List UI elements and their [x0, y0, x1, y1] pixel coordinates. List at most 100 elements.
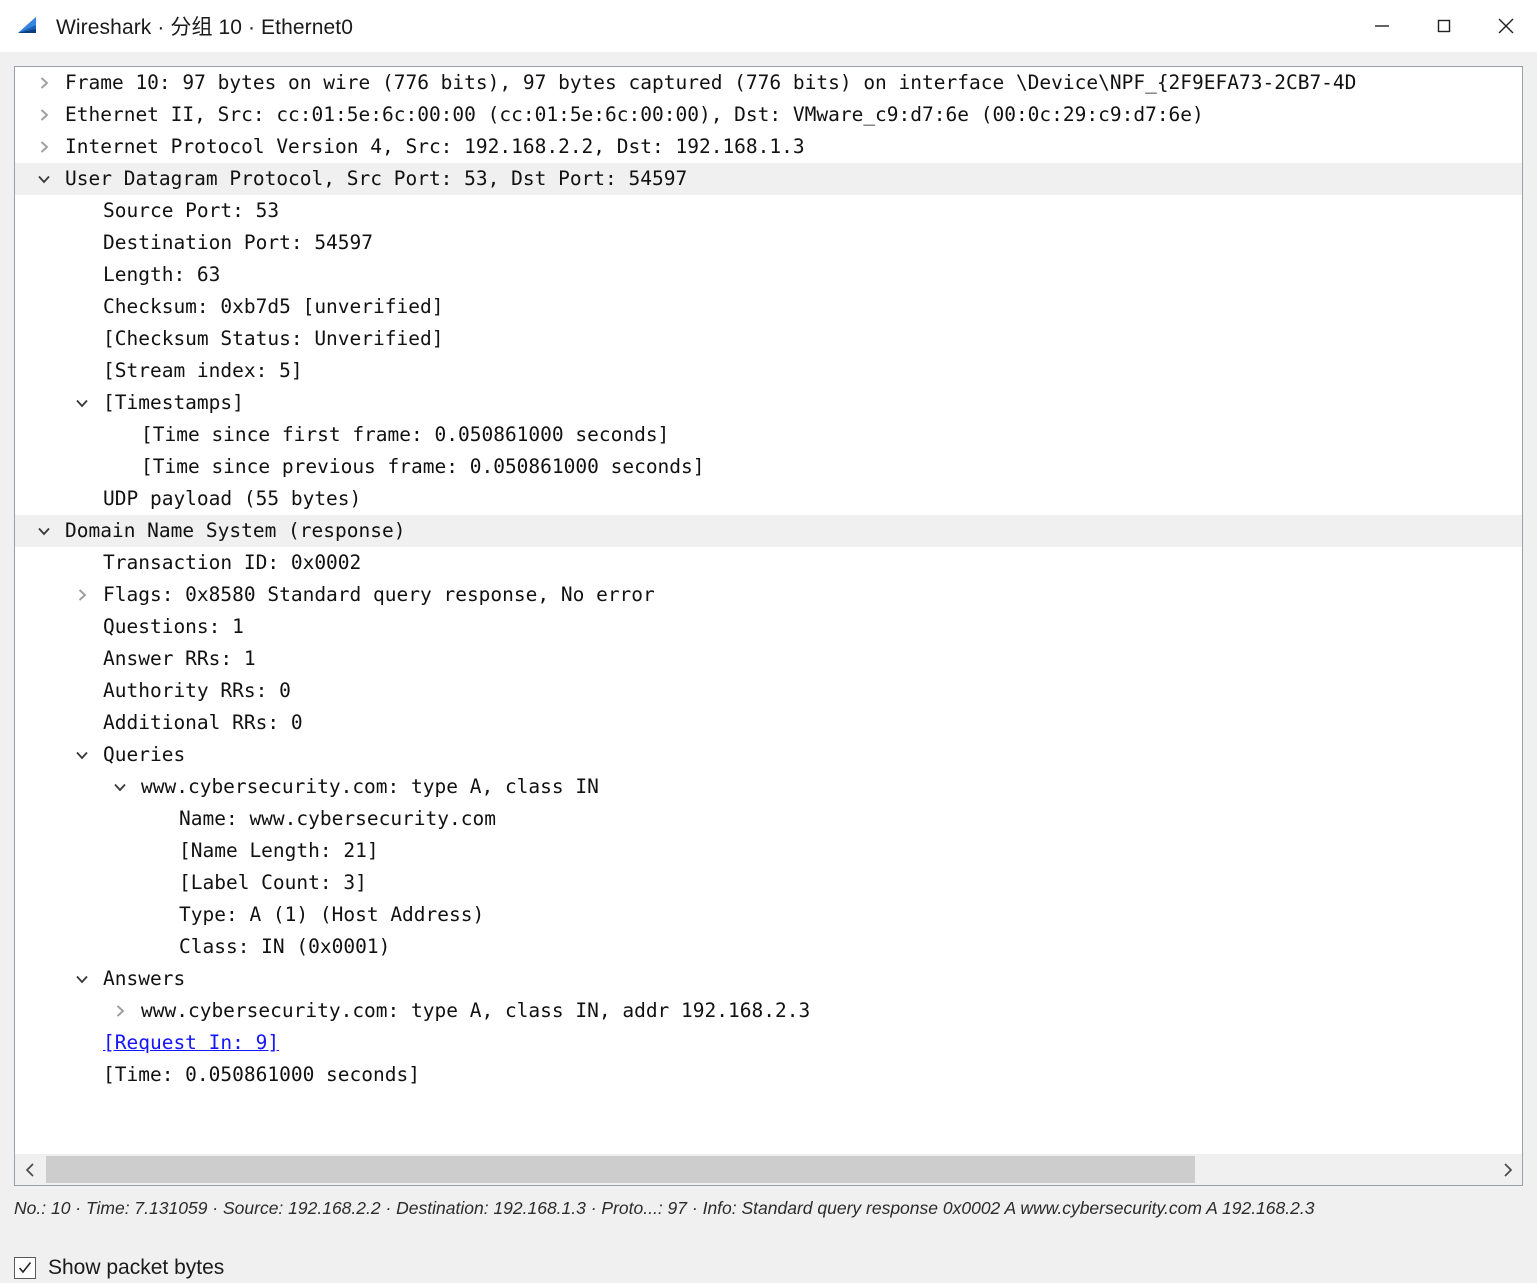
- show-packet-bytes-label: Show packet bytes: [48, 1256, 225, 1279]
- tree-row[interactable]: Length: 63: [15, 259, 1522, 291]
- tree-row[interactable]: Transaction ID: 0x0002: [15, 547, 1522, 579]
- request-in-link[interactable]: [Request In: 9]: [103, 1027, 279, 1059]
- tree-row[interactable]: [Time: 0.050861000 seconds]: [15, 1059, 1522, 1091]
- tree-row[interactable]: [Checksum Status: Unverified]: [15, 323, 1522, 355]
- indent-spacer: [15, 931, 147, 963]
- twisty-spacer: [71, 227, 93, 259]
- twisty-spacer: [71, 291, 93, 323]
- chevron-right-icon[interactable]: [33, 67, 55, 99]
- tree-row-label: [Name Length: 21]: [179, 839, 379, 862]
- twisty-spacer: [71, 643, 93, 675]
- tree-row[interactable]: UDP payload (55 bytes): [15, 483, 1522, 515]
- tree-row[interactable]: www.cybersecurity.com: type A, class IN,…: [15, 995, 1522, 1027]
- tree-row-label: [Time: 0.050861000 seconds]: [103, 1063, 420, 1086]
- tree-row[interactable]: Answers: [15, 963, 1522, 995]
- tree-row[interactable]: [Timestamps]: [15, 387, 1522, 419]
- tree-row[interactable]: [Label Count: 3]: [15, 867, 1522, 899]
- tree-row[interactable]: Answer RRs: 1: [15, 643, 1522, 675]
- horizontal-scrollbar[interactable]: [15, 1153, 1522, 1185]
- indent-spacer: [15, 675, 71, 707]
- indent-spacer: [15, 995, 109, 1027]
- indent-spacer: [15, 227, 71, 259]
- indent-spacer: [15, 131, 33, 163]
- twisty-spacer: [109, 451, 131, 483]
- packet-detail-tree[interactable]: Frame 10: 97 bytes on wire (776 bits), 9…: [15, 67, 1522, 1153]
- indent-spacer: [15, 163, 33, 195]
- indent-spacer: [15, 67, 33, 99]
- chevron-down-icon[interactable]: [33, 515, 55, 547]
- tree-row[interactable]: Checksum: 0xb7d5 [unverified]: [15, 291, 1522, 323]
- tree-row-label: Checksum: 0xb7d5 [unverified]: [103, 295, 444, 318]
- close-button[interactable]: [1475, 0, 1537, 52]
- chevron-down-icon[interactable]: [71, 387, 93, 419]
- chevron-right-icon[interactable]: [33, 99, 55, 131]
- tree-row[interactable]: User Datagram Protocol, Src Port: 53, Ds…: [15, 163, 1522, 195]
- tree-row-label: Name: www.cybersecurity.com: [179, 807, 496, 830]
- twisty-spacer: [71, 675, 93, 707]
- checkmark-icon: [18, 1262, 32, 1274]
- twisty-spacer: [71, 547, 93, 579]
- indent-spacer: [15, 291, 71, 323]
- tree-row[interactable]: [Time since first frame: 0.050861000 sec…: [15, 419, 1522, 451]
- tree-row[interactable]: Ethernet II, Src: cc:01:5e:6c:00:00 (cc:…: [15, 99, 1522, 131]
- tree-row-label: User Datagram Protocol, Src Port: 53, Ds…: [65, 167, 688, 190]
- tree-row[interactable]: [Stream index: 5]: [15, 355, 1522, 387]
- indent-spacer: [15, 611, 71, 643]
- tree-row-label: Destination Port: 54597: [103, 231, 374, 254]
- maximize-button[interactable]: [1413, 0, 1475, 52]
- tree-row[interactable]: Flags: 0x8580 Standard query response, N…: [15, 579, 1522, 611]
- chevron-down-icon[interactable]: [71, 739, 93, 771]
- close-icon: [1498, 18, 1514, 34]
- chevron-down-icon[interactable]: [33, 163, 55, 195]
- minimize-button[interactable]: [1351, 0, 1413, 52]
- chevron-right-icon[interactable]: [71, 579, 93, 611]
- show-packet-bytes-row[interactable]: Show packet bytes: [14, 1256, 224, 1280]
- tree-row[interactable]: Name: www.cybersecurity.com: [15, 803, 1522, 835]
- tree-row[interactable]: Internet Protocol Version 4, Src: 192.16…: [15, 131, 1522, 163]
- tree-row-label: Domain Name System (response): [65, 519, 406, 542]
- chevron-right-icon[interactable]: [33, 131, 55, 163]
- indent-spacer: [15, 355, 71, 387]
- tree-row[interactable]: Additional RRs: 0: [15, 707, 1522, 739]
- chevron-right-icon[interactable]: [109, 995, 131, 1027]
- indent-spacer: [15, 963, 71, 995]
- chevron-down-icon[interactable]: [71, 963, 93, 995]
- tree-row-label: UDP payload (55 bytes): [103, 487, 362, 510]
- tree-row-label: Answers: [103, 967, 186, 990]
- tree-row[interactable]: [Request In: 9]: [15, 1027, 1522, 1059]
- tree-row[interactable]: www.cybersecurity.com: type A, class IN: [15, 771, 1522, 803]
- tree-row-label: [Timestamps]: [103, 391, 244, 414]
- twisty-spacer: [71, 1059, 93, 1091]
- tree-row[interactable]: [Name Length: 21]: [15, 835, 1522, 867]
- tree-row[interactable]: Queries: [15, 739, 1522, 771]
- minimize-icon: [1375, 25, 1389, 27]
- indent-spacer: [15, 739, 71, 771]
- tree-row-label: Internet Protocol Version 4, Src: 192.16…: [65, 135, 805, 158]
- tree-row[interactable]: Type: A (1) (Host Address): [15, 899, 1522, 931]
- twisty-spacer: [109, 419, 131, 451]
- tree-row-label: Source Port: 53: [103, 199, 280, 222]
- show-packet-bytes-checkbox[interactable]: [14, 1257, 36, 1279]
- tree-row[interactable]: Source Port: 53: [15, 195, 1522, 227]
- tree-row-label: Transaction ID: 0x0002: [103, 551, 362, 574]
- tree-row[interactable]: [Time since previous frame: 0.050861000 …: [15, 451, 1522, 483]
- twisty-spacer: [147, 867, 169, 899]
- tree-row-label: [Label Count: 3]: [179, 871, 367, 894]
- chevron-down-icon[interactable]: [109, 771, 131, 803]
- indent-spacer: [15, 547, 71, 579]
- scroll-right-button[interactable]: [1491, 1154, 1522, 1185]
- tree-row-label: Length: 63: [103, 263, 221, 286]
- indent-spacer: [15, 483, 71, 515]
- indent-spacer: [15, 1059, 71, 1091]
- tree-row[interactable]: Destination Port: 54597: [15, 227, 1522, 259]
- indent-spacer: [15, 579, 71, 611]
- scroll-left-button[interactable]: [15, 1154, 46, 1185]
- tree-row[interactable]: Class: IN (0x0001): [15, 931, 1522, 963]
- tree-row[interactable]: Frame 10: 97 bytes on wire (776 bits), 9…: [15, 67, 1522, 99]
- scrollbar-track[interactable]: [46, 1154, 1491, 1185]
- tree-row[interactable]: Questions: 1: [15, 611, 1522, 643]
- tree-row-label: Class: IN (0x0001): [179, 935, 391, 958]
- scrollbar-thumb[interactable]: [46, 1156, 1195, 1183]
- tree-row[interactable]: Authority RRs: 0: [15, 675, 1522, 707]
- tree-row[interactable]: Domain Name System (response): [15, 515, 1522, 547]
